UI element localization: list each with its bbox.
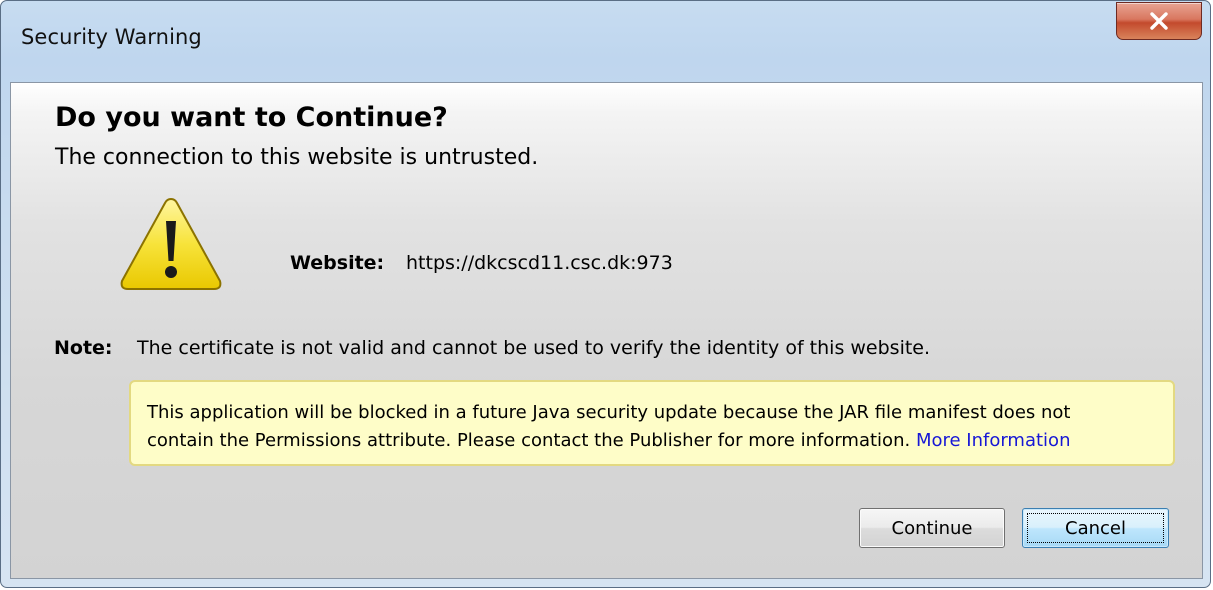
- cancel-button-label: Cancel: [1065, 517, 1126, 539]
- dialog-heading: Do you want to Continue?: [55, 102, 448, 133]
- website-label: Website:: [290, 252, 385, 274]
- close-x-icon: [1150, 12, 1168, 30]
- title-bar[interactable]: Security Warning: [1, 1, 1210, 83]
- close-button[interactable]: [1116, 2, 1202, 40]
- window-title: Security Warning: [21, 25, 202, 49]
- dialog-subheading: The connection to this website is untrus…: [55, 145, 539, 170]
- warning-triangle-icon: [120, 197, 222, 290]
- note-label: Note:: [54, 337, 113, 359]
- more-information-link[interactable]: More Information: [916, 430, 1071, 451]
- info-text-line-2: contain the Permissions attribute. Pleas…: [147, 427, 1173, 455]
- security-warning-window: Security Warning Do you want to Continue…: [0, 0, 1211, 588]
- note-text: The certificate is not valid and cannot …: [137, 337, 931, 359]
- cancel-button[interactable]: Cancel: [1022, 508, 1169, 548]
- website-url: https://dkcscd11.csc.dk:973: [406, 252, 673, 274]
- info-box: This application will be blocked in a fu…: [129, 380, 1175, 466]
- continue-button[interactable]: Continue: [859, 508, 1005, 548]
- dialog-content: Do you want to Continue? The connection …: [10, 82, 1203, 579]
- info-text-line-1: This application will be blocked in a fu…: [147, 402, 1071, 423]
- info-text-line-2-text: contain the Permissions attribute. Pleas…: [147, 430, 911, 451]
